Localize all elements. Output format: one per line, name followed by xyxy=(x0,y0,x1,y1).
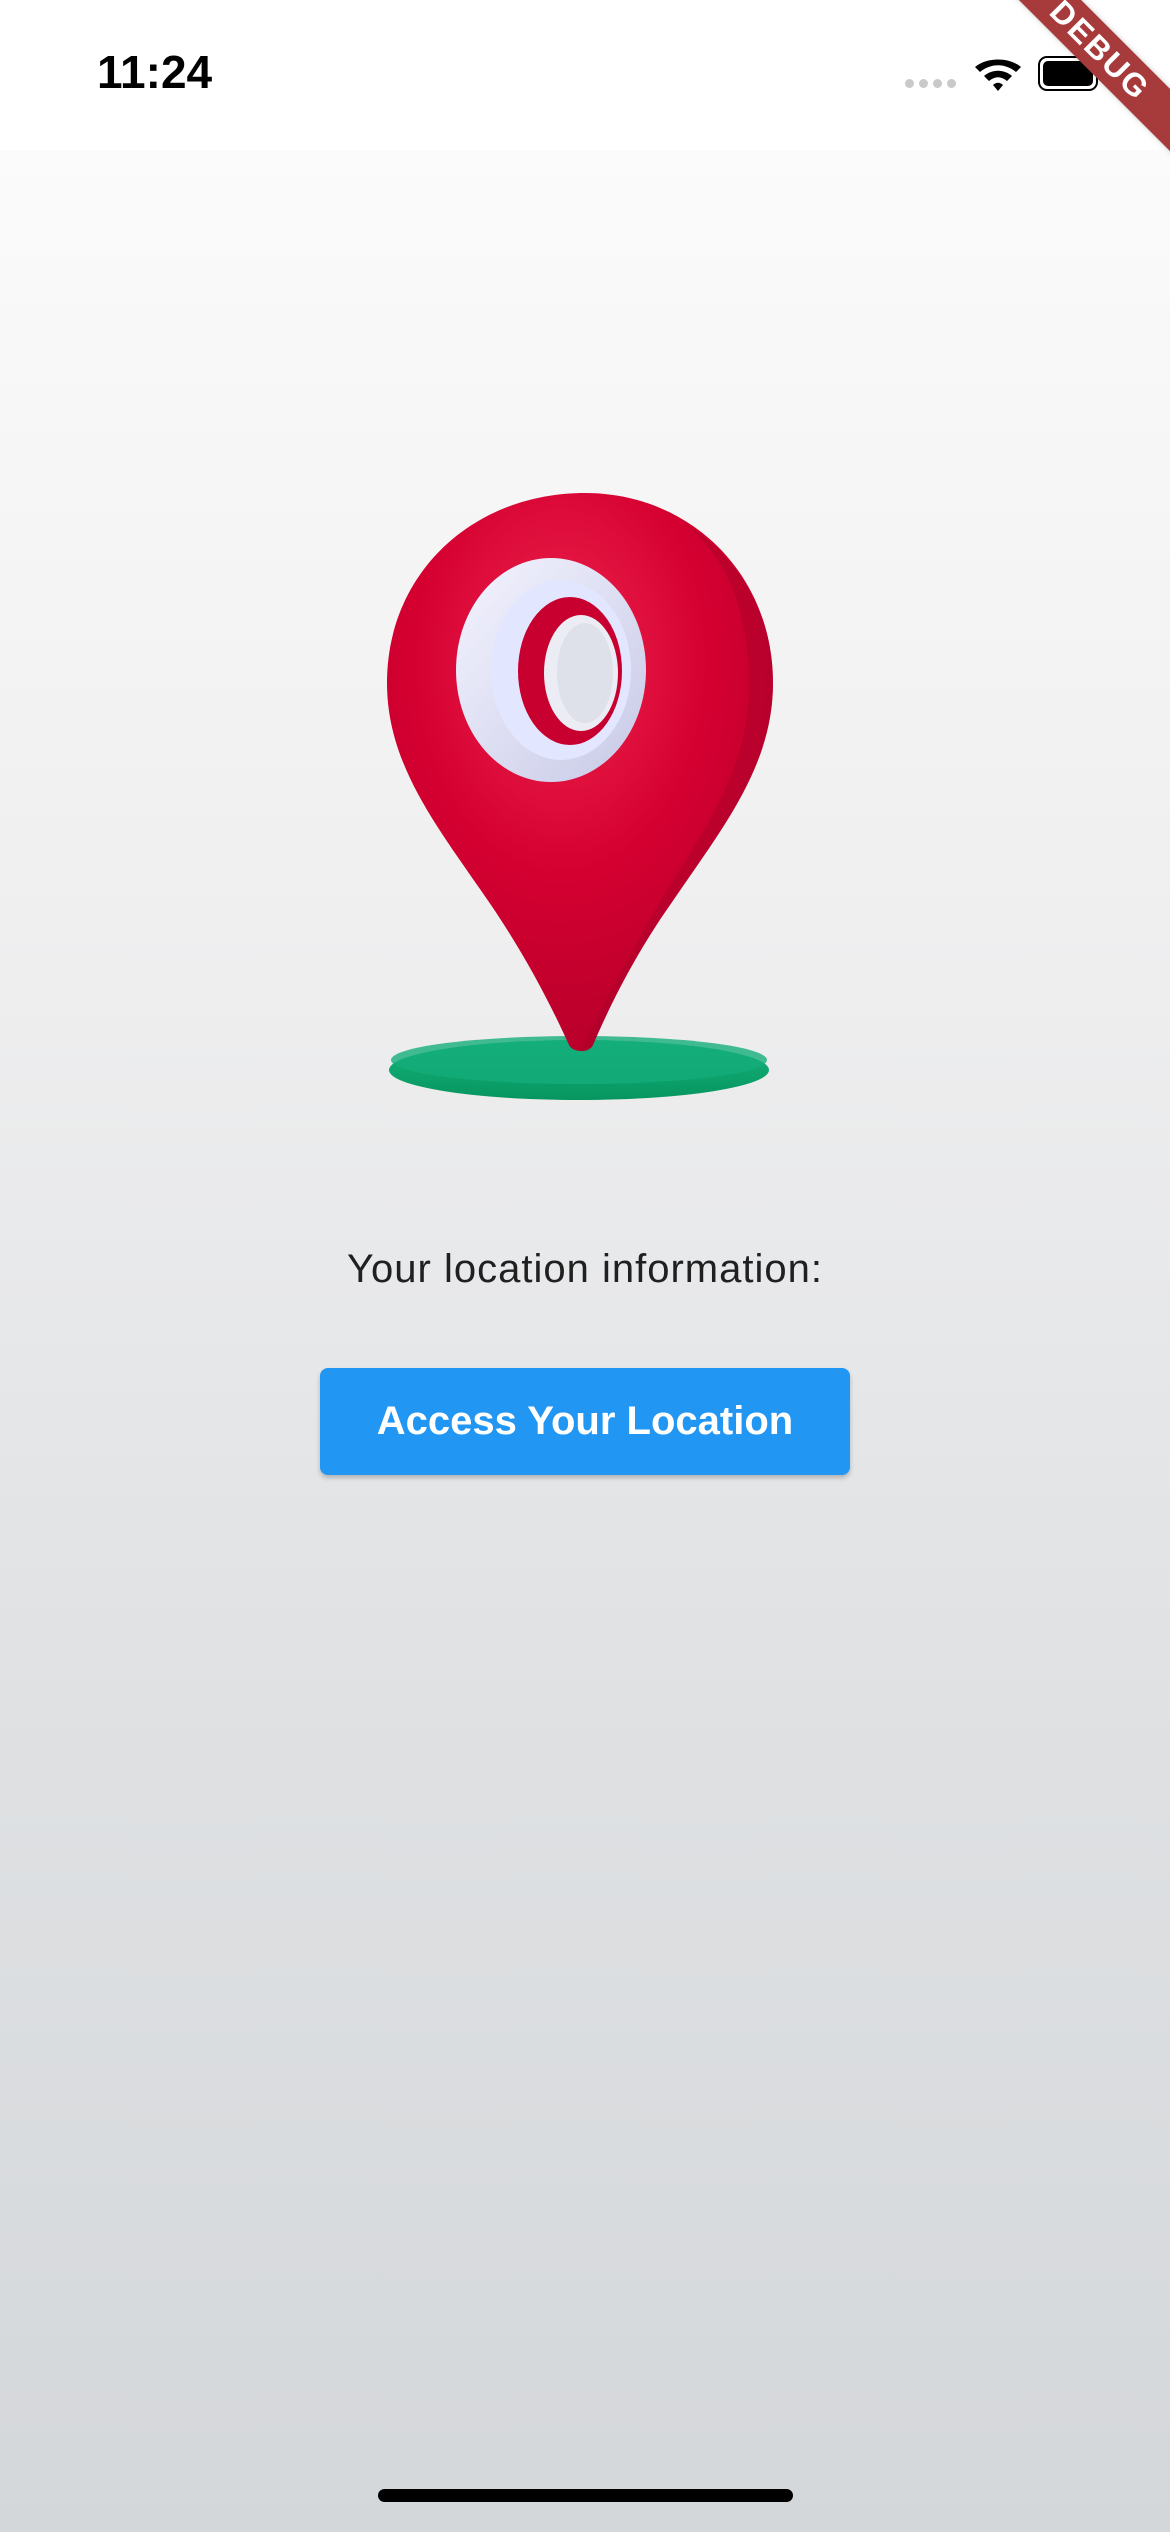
status-time: 11:24 xyxy=(97,46,213,98)
location-pin-icon xyxy=(387,493,773,1100)
location-info-label: Your location information: xyxy=(347,1247,823,1291)
home-indicator xyxy=(378,2489,793,2502)
main-content: Your location information: Access Your L… xyxy=(0,150,1170,2532)
status-bar: 11:24 xyxy=(0,0,1170,150)
access-location-button[interactable]: Access Your Location xyxy=(320,1368,850,1475)
wifi-icon xyxy=(975,59,1021,91)
app-screen: 11:24 DEBUG Your location information: A… xyxy=(0,0,1170,2532)
signal-icon xyxy=(905,79,961,93)
